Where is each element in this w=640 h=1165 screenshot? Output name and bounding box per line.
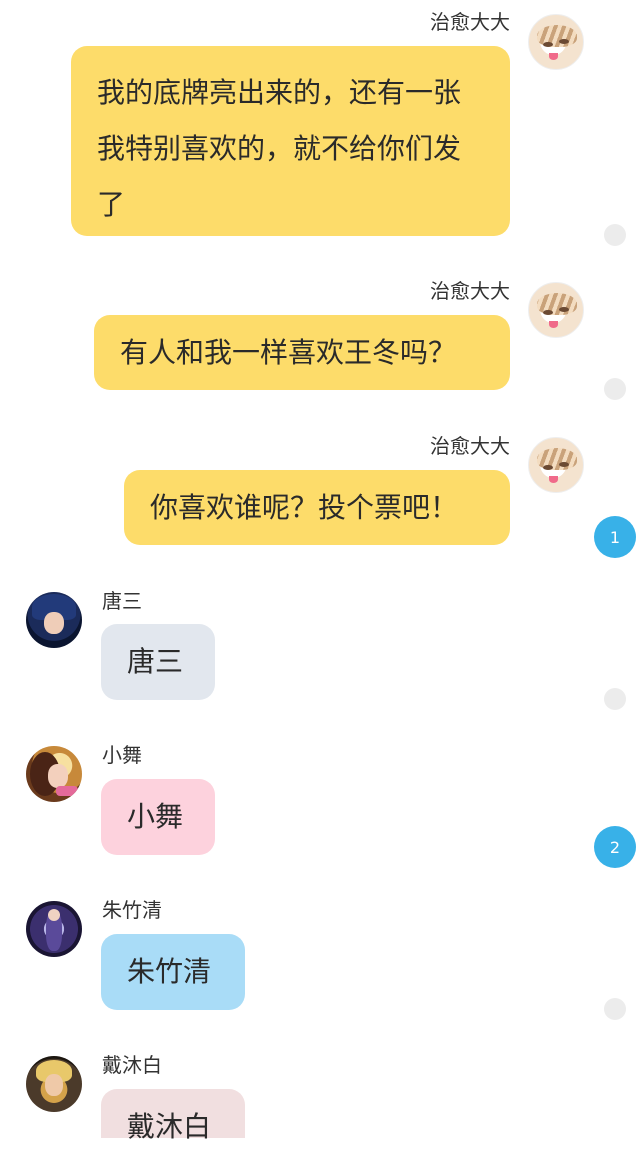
chat-message-list[interactable]: 治愈大大 我的底牌亮出来的，还有一张我特别喜欢的，就不给你们发了 治愈大大 有人… (0, 0, 640, 1143)
cat-avatar[interactable] (528, 14, 584, 70)
tang-san-avatar[interactable] (26, 592, 82, 648)
message-bubble[interactable]: 唐三 (101, 624, 215, 700)
unread-count-badge[interactable]: 1 (594, 516, 636, 558)
message-bubble[interactable]: 我的底牌亮出来的，还有一张我特别喜欢的，就不给你们发了 (71, 46, 510, 236)
message-bubble[interactable]: 你喜欢谁呢？投个票吧！ (124, 470, 510, 545)
dai-mubai-avatar[interactable] (26, 1056, 82, 1112)
unread-count-badge[interactable]: 2 (594, 826, 636, 868)
message-bubble[interactable]: 有人和我一样喜欢王冬吗？ (94, 315, 510, 390)
read-status-dot (604, 998, 626, 1020)
sender-name: 唐三 (102, 589, 142, 613)
message-bubble[interactable]: 小舞 (101, 779, 215, 855)
read-status-dot (604, 688, 626, 710)
sender-name: 治愈大大 (430, 279, 510, 303)
sender-name: 治愈大大 (430, 434, 510, 458)
xiao-wu-avatar[interactable] (26, 746, 82, 802)
cat-avatar[interactable] (528, 437, 584, 493)
cat-avatar[interactable] (528, 282, 584, 338)
read-status-dot (604, 224, 626, 246)
sender-name: 戴沐白 (102, 1053, 162, 1077)
read-status-dot (604, 378, 626, 400)
sender-name: 治愈大大 (430, 10, 510, 34)
zhu-zhuqing-avatar[interactable] (26, 901, 82, 957)
message-bubble[interactable]: 戴沐白 (101, 1089, 245, 1143)
message-bubble[interactable]: 朱竹清 (101, 934, 245, 1010)
sender-name: 朱竹清 (102, 898, 162, 922)
sender-name: 小舞 (102, 743, 142, 767)
